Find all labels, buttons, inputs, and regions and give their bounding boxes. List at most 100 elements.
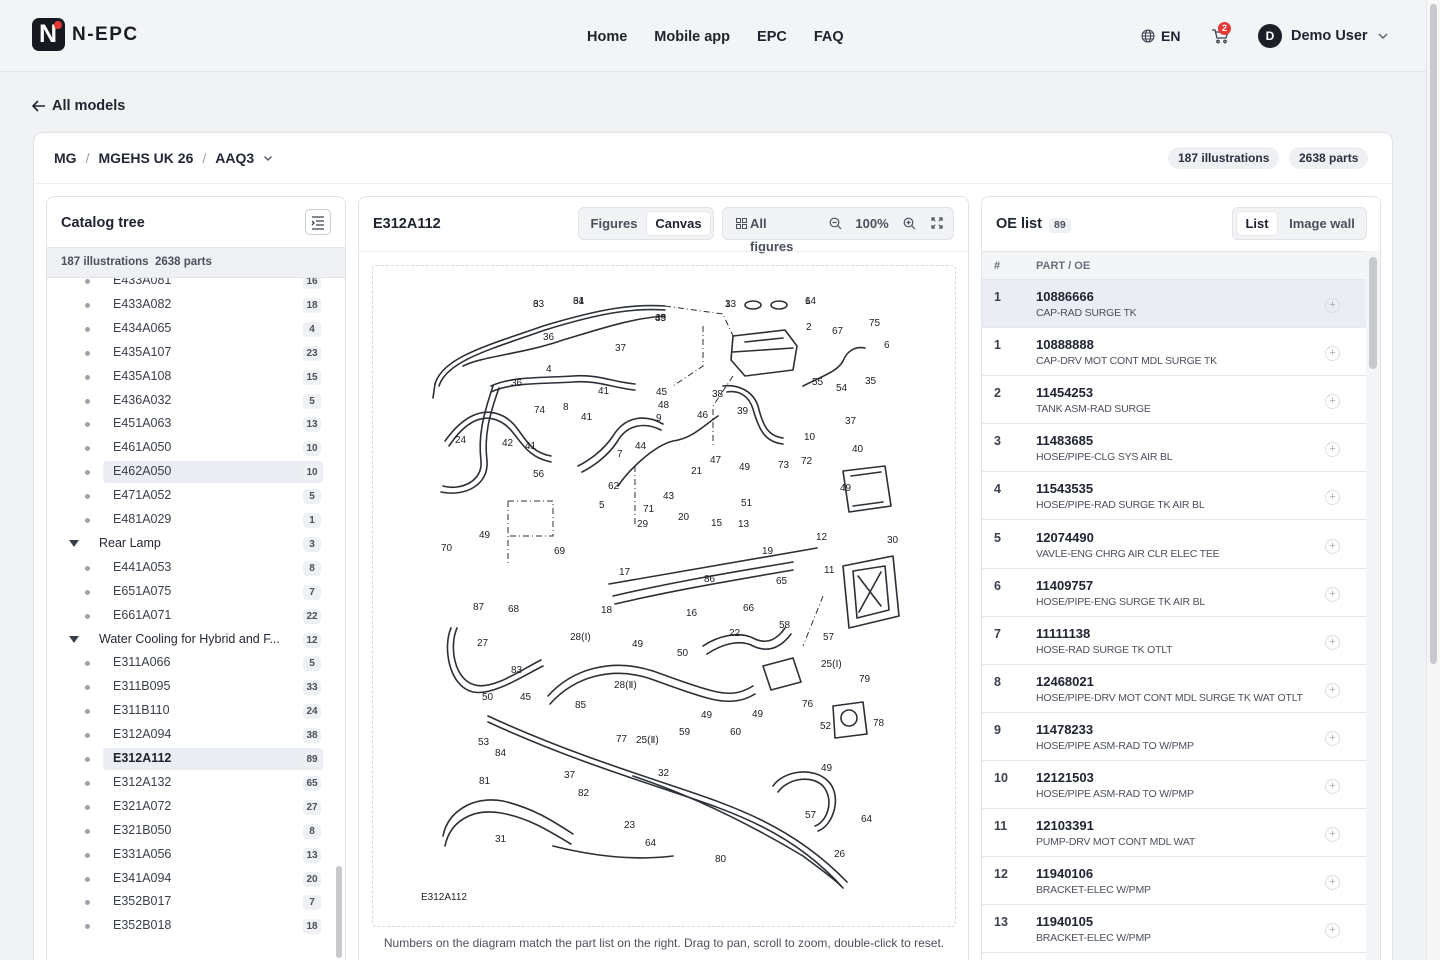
- part-number[interactable]: 11454253: [1036, 385, 1093, 400]
- diagram-canvas[interactable]: 3 34 1 1 35 2 67 75 36 37 6 4 36 41 45 38 55 54 35 74 8 41 48 9…: [372, 265, 956, 927]
- add-to-cart-icon[interactable]: +: [1325, 490, 1340, 506]
- tree-item[interactable]: E341A094 20: [47, 868, 333, 890]
- tree-item[interactable]: E434A065 4: [47, 318, 333, 340]
- tree-item[interactable]: E661A071 22: [47, 605, 333, 627]
- diagram-callout[interactable]: 17: [619, 567, 631, 578]
- collapse-tree-button[interactable]: [305, 209, 331, 235]
- oe-table-row[interactable]: 8 12468021 HOSE/PIPE-DRV MOT CONT MDL SURG…: [982, 665, 1366, 713]
- diagram-callout[interactable]: 40: [852, 444, 864, 455]
- tree-item[interactable]: E451A063 13: [47, 413, 333, 435]
- tree-item[interactable]: E471A052 5: [47, 485, 333, 507]
- tree-item[interactable]: E461A050 10: [47, 437, 333, 459]
- diagram-callout[interactable]: 13: [738, 519, 750, 530]
- breadcrumb-variant[interactable]: AAQ3: [215, 150, 254, 166]
- page-scrollbar[interactable]: [1426, 0, 1440, 960]
- oe-table-row[interactable]: 2 11454253 TANK ASM-RAD SURGE +: [982, 376, 1366, 425]
- diagram-callout[interactable]: 37: [615, 343, 627, 354]
- diagram-callout[interactable]: 33: [725, 299, 737, 310]
- diagram-callout[interactable]: 84: [495, 748, 507, 759]
- diagram-callout[interactable]: 31: [495, 834, 507, 845]
- oe-table-row[interactable]: 9 11478233 HOSE/PIPE ASM-RAD TO W/PMP +: [982, 713, 1366, 761]
- diagram-callout[interactable]: 45: [656, 387, 668, 398]
- chevron-down-icon[interactable]: [263, 155, 273, 162]
- diagram-callout[interactable]: 66: [743, 603, 755, 614]
- diagram-callout[interactable]: 72: [801, 456, 813, 467]
- part-number[interactable]: 11543535: [1036, 481, 1093, 496]
- part-number[interactable]: 10888888: [1036, 337, 1094, 352]
- add-to-cart-icon[interactable]: +: [1325, 586, 1340, 602]
- diagram-callout[interactable]: 25(Ⅱ): [636, 735, 659, 746]
- diagram-callout[interactable]: 50: [677, 648, 689, 659]
- zoom-out-icon[interactable]: [829, 217, 842, 230]
- tab-figures[interactable]: Figures: [583, 212, 645, 235]
- diagram-callout[interactable]: 41: [581, 412, 593, 423]
- diagram-callout[interactable]: 41: [598, 386, 610, 397]
- nav-mobile-app[interactable]: Mobile app: [654, 29, 730, 45]
- tree-scrollbar[interactable]: [334, 278, 344, 958]
- diagram-callout[interactable]: 76: [802, 699, 814, 710]
- diagram-callout[interactable]: 25(Ⅰ): [821, 659, 842, 670]
- diagram-callout[interactable]: 7: [617, 449, 623, 460]
- part-number[interactable]: 11940106: [1036, 866, 1093, 881]
- tree-item[interactable]: E312A132 65: [47, 772, 333, 794]
- add-to-cart-icon[interactable]: +: [1325, 923, 1340, 939]
- oe-table-row[interactable]: 6 11409757 HOSE/PIPE-ENG SURGE TK AIR BL +: [982, 569, 1366, 617]
- oe-table-row[interactable]: 12 11940106 BRACKET-ELEC W/PMP +: [982, 857, 1366, 906]
- diagram-callout[interactable]: 85: [575, 700, 587, 711]
- zoom-in-icon[interactable]: [903, 217, 916, 230]
- diagram-callout[interactable]: 23: [624, 820, 636, 831]
- diagram-callout[interactable]: 39: [737, 406, 749, 417]
- diagram-callout[interactable]: 9: [656, 413, 662, 424]
- part-number[interactable]: 12103391: [1036, 818, 1094, 833]
- tree-item[interactable]: E311B095 33: [47, 676, 333, 698]
- diagram-callout[interactable]: 8: [563, 402, 569, 413]
- add-to-cart-icon[interactable]: +: [1325, 394, 1340, 410]
- part-number[interactable]: 12121503: [1036, 770, 1094, 785]
- diagram-callout[interactable]: 38: [712, 389, 724, 400]
- tree-item[interactable]: E331A056 13: [47, 844, 333, 866]
- diagram-callout[interactable]: 43: [663, 491, 675, 502]
- diagram-callout[interactable]: 28(Ⅱ): [614, 680, 637, 691]
- diagram-callout[interactable]: 80: [715, 854, 727, 865]
- diagram-callout[interactable]: 49: [655, 313, 667, 324]
- diagram-callout[interactable]: 2: [806, 322, 812, 333]
- diagram-callout[interactable]: 37: [564, 770, 576, 781]
- diagram-callout[interactable]: 41: [525, 441, 537, 452]
- tree-item[interactable]: E436A032 5: [47, 390, 333, 412]
- tree-item[interactable]: E435A107 23: [47, 342, 333, 364]
- diagram-callout[interactable]: 83: [511, 665, 523, 676]
- diagram-callout[interactable]: 53: [478, 737, 490, 748]
- diagram-callout[interactable]: 86: [704, 574, 716, 585]
- diagram-callout[interactable]: 49: [821, 763, 833, 774]
- diagram-callout[interactable]: 54: [836, 383, 848, 394]
- oe-table-row[interactable]: 13 11940105 BRACKET-ELEC W/PMP +: [982, 905, 1366, 954]
- nav-faq[interactable]: FAQ: [814, 29, 844, 45]
- diagram-callout[interactable]: 57: [823, 632, 835, 643]
- breadcrumb-brand[interactable]: MG: [54, 150, 77, 166]
- diagram-callout[interactable]: 42: [502, 438, 514, 449]
- diagram-callout[interactable]: 4: [546, 364, 552, 375]
- diagram-callout[interactable]: 35: [865, 376, 877, 387]
- diagram-callout[interactable]: 21: [691, 466, 703, 477]
- add-to-cart-icon[interactable]: +: [1325, 730, 1340, 746]
- diagram-callout[interactable]: 36: [543, 332, 555, 343]
- diagram-callout[interactable]: 70: [441, 543, 453, 554]
- diagram-callout[interactable]: 5: [599, 500, 605, 511]
- diagram-callout[interactable]: 32: [658, 768, 670, 779]
- tree-item[interactable]: E321B050 8: [47, 820, 333, 842]
- tab-canvas[interactable]: Canvas: [647, 212, 710, 235]
- add-to-cart-icon[interactable]: +: [1325, 442, 1340, 458]
- diagram-callout[interactable]: 62: [608, 481, 620, 492]
- parts-exploded-diagram[interactable]: 3 34 1 1352 67753637 643641 45 3855543574 841489…: [373, 266, 957, 928]
- tree-item[interactable]: E441A053 8: [47, 557, 333, 579]
- part-number[interactable]: 11409757: [1036, 578, 1093, 593]
- diagram-callout[interactable]: 37: [845, 416, 857, 427]
- diagram-callout[interactable]: 49: [701, 710, 713, 721]
- tree-item[interactable]: E462A050 10: [47, 461, 333, 484]
- oe-table-row[interactable]: 3 11483685 HOSE/PIPE-CLG SYS AIR BL +: [982, 424, 1366, 473]
- diagram-callout[interactable]: 61: [573, 296, 585, 307]
- diagram-callout[interactable]: 63: [533, 299, 545, 310]
- oe-table-row[interactable]: 5 12074490 VAVLE-ENG CHRG AIR CLR ELEC TEE…: [982, 521, 1366, 569]
- diagram-callout[interactable]: 55: [812, 377, 824, 388]
- diagram-callout[interactable]: 12: [816, 532, 828, 543]
